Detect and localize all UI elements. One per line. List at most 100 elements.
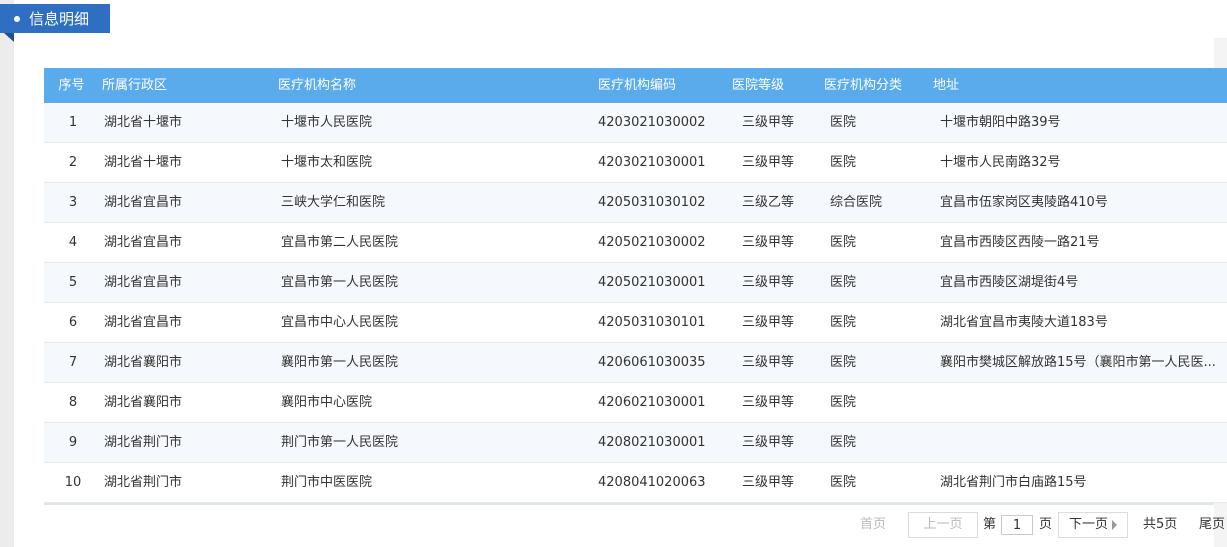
cell-address — [940, 383, 1227, 423]
cell-index: 5 — [68, 275, 78, 290]
table-bottom-border — [44, 503, 1214, 505]
table-row[interactable]: 1 湖北省十堰市 十堰市人民医院 4203021030002 三级甲等 医院 十堰市朝阳中路… — [44, 103, 1227, 143]
cell-category: 综合医院 — [830, 195, 883, 210]
cell-address: 宜昌市西陵区湖堤街4号 — [940, 275, 1079, 290]
cell-index: 6 — [68, 315, 78, 330]
cell-index: 9 — [68, 435, 78, 450]
section-header: 信息明细 — [0, 4, 110, 33]
cell-hospital-name: 襄阳市中心医院 — [281, 395, 373, 410]
cell-category: 医院 — [830, 315, 857, 330]
page-number-input[interactable] — [1001, 515, 1033, 535]
cell-hospital-code: 4203021030001 — [598, 155, 706, 170]
cell-category: 医院 — [830, 235, 857, 250]
column-header-region[interactable]: 所属行政区 — [102, 68, 167, 103]
cell-hospital-level: 三级甲等 — [742, 355, 795, 370]
page-prefix-label: 第 — [983, 517, 997, 532]
cell-hospital-name: 襄阳市第一人民医院 — [281, 355, 399, 370]
column-header-address[interactable]: 地址 — [933, 68, 959, 103]
cell-region: 湖北省十堰市 — [104, 115, 183, 130]
cell-hospital-name: 十堰市人民医院 — [281, 115, 373, 130]
cell-address: 宜昌市西陵区西陵一路21号 — [940, 235, 1100, 250]
cell-region: 湖北省襄阳市 — [104, 395, 183, 410]
page-suffix-label: 页 — [1039, 517, 1053, 532]
cell-hospital-level: 三级甲等 — [742, 155, 795, 170]
table-row[interactable]: 3 湖北省宜昌市 三峡大学仁和医院 4205031030102 三级乙等 综合医院 宜昌市伍… — [44, 183, 1227, 223]
table-row[interactable]: 6 湖北省宜昌市 宜昌市中心人民医院 4205031030101 三级甲等 医院 湖北省宜昌… — [44, 303, 1227, 343]
cell-address: 湖北省宜昌市夷陵大道183号 — [940, 315, 1108, 330]
cell-hospital-code: 4208041020063 — [598, 475, 706, 490]
bullet-dot-icon — [14, 15, 20, 22]
first-page-button[interactable]: 首页 — [860, 512, 886, 538]
cell-hospital-name: 宜昌市第一人民医院 — [281, 275, 399, 290]
chevron-right-icon — [1112, 519, 1117, 530]
column-header-index[interactable]: 序号 — [44, 68, 99, 103]
cell-hospital-level: 三级甲等 — [742, 475, 795, 490]
total-pages-label: 共5页 — [1143, 517, 1178, 532]
cell-category: 医院 — [830, 475, 857, 490]
cell-category: 医院 — [830, 115, 857, 130]
column-header-level[interactable]: 医院等级 — [732, 68, 784, 103]
column-header-category[interactable]: 医疗机构分类 — [824, 68, 902, 103]
header-ribbon-fold — [4, 33, 14, 42]
table-row[interactable]: 7 湖北省襄阳市 襄阳市第一人民医院 4206061030035 三级甲等 医院 襄阳市樊城… — [44, 343, 1227, 383]
hospital-table: 序号 所属行政区 医疗机构名称 医疗机构编码 医院等级 医疗机构分类 地址 1 湖… — [44, 68, 1227, 503]
pagination: 首页 上一页 第 页 下一页 共5页 尾页 — [0, 512, 1227, 540]
cell-category: 医院 — [830, 435, 857, 450]
cell-hospital-level: 三级甲等 — [742, 115, 795, 130]
cell-hospital-level: 三级甲等 — [742, 275, 795, 290]
table-row[interactable]: 2 湖北省十堰市 十堰市太和医院 4203021030001 三级甲等 医院 十堰市人民南路… — [44, 143, 1227, 183]
cell-index: 10 — [64, 475, 82, 490]
cell-address: 十堰市朝阳中路39号 — [940, 115, 1061, 130]
cell-index: 4 — [68, 235, 78, 250]
cell-region: 湖北省宜昌市 — [104, 235, 183, 250]
cell-hospital-level: 三级乙等 — [742, 195, 795, 210]
cell-hospital-code: 4205021030002 — [598, 235, 706, 250]
cell-hospital-level: 三级甲等 — [742, 315, 795, 330]
cell-index: 1 — [68, 115, 78, 130]
cell-hospital-code: 4205021030001 — [598, 275, 706, 290]
section-title: 信息明细 — [29, 10, 90, 28]
table-row[interactable]: 10 湖北省荆门市 荆门市中医医院 4208041020063 三级甲等 医院 湖北省荆门市… — [44, 463, 1227, 503]
cell-region: 湖北省宜昌市 — [104, 195, 183, 210]
table-row[interactable]: 4 湖北省宜昌市 宜昌市第二人民医院 4205021030002 三级甲等 医院 宜昌市西陵… — [44, 223, 1227, 263]
cell-address — [940, 423, 1227, 463]
table-row[interactable]: 8 湖北省襄阳市 襄阳市中心医院 4206021030001 三级甲等 医院 — [44, 383, 1227, 423]
next-page-button[interactable]: 下一页 — [1058, 512, 1128, 538]
cell-category: 医院 — [830, 155, 857, 170]
cell-address: 宜昌市伍家岗区夷陵路410号 — [940, 195, 1108, 210]
cell-address: 湖北省荆门市白庙路15号 — [940, 475, 1087, 490]
cell-region: 湖北省荆门市 — [104, 435, 183, 450]
cell-region: 湖北省襄阳市 — [104, 355, 183, 370]
cell-hospital-name: 宜昌市中心人民医院 — [281, 315, 399, 330]
cell-category: 医院 — [830, 395, 857, 410]
cell-hospital-name: 荆门市中医医院 — [281, 475, 373, 490]
cell-hospital-code: 4205031030101 — [598, 315, 706, 330]
cell-hospital-code: 4205031030102 — [598, 195, 706, 210]
cell-hospital-level: 三级甲等 — [742, 395, 795, 410]
cell-hospital-code: 4203021030002 — [598, 115, 706, 130]
cell-hospital-name: 荆门市第一人民医院 — [281, 435, 399, 450]
prev-page-button[interactable]: 上一页 — [908, 512, 978, 538]
column-header-name[interactable]: 医疗机构名称 — [278, 68, 356, 103]
cell-hospital-level: 三级甲等 — [742, 235, 795, 250]
cell-hospital-level: 三级甲等 — [742, 435, 795, 450]
cell-hospital-code: 4206021030001 — [598, 395, 706, 410]
table-row[interactable]: 9 湖北省荆门市 荆门市第一人民医院 4208021030001 三级甲等 医院 — [44, 423, 1227, 463]
cell-category: 医院 — [830, 355, 857, 370]
cell-region: 湖北省十堰市 — [104, 155, 183, 170]
column-header-code[interactable]: 医疗机构编码 — [598, 68, 676, 103]
table-row[interactable]: 5 湖北省宜昌市 宜昌市第一人民医院 4205021030001 三级甲等 医院 宜昌市西陵… — [44, 263, 1227, 303]
cell-hospital-name: 三峡大学仁和医院 — [281, 195, 386, 210]
table-body: 1 湖北省十堰市 十堰市人民医院 4203021030002 三级甲等 医院 十堰市朝阳中路… — [44, 103, 1227, 503]
cell-index: 3 — [68, 195, 78, 210]
last-page-button[interactable]: 尾页 — [1199, 512, 1225, 538]
cell-hospital-name: 宜昌市第二人民医院 — [281, 235, 399, 250]
cell-hospital-code: 4206061030035 — [598, 355, 706, 370]
cell-address: 十堰市人民南路32号 — [940, 155, 1061, 170]
cell-region: 湖北省宜昌市 — [104, 275, 183, 290]
cell-hospital-code: 4208021030001 — [598, 435, 706, 450]
table-header: 序号 所属行政区 医疗机构名称 医疗机构编码 医院等级 医疗机构分类 地址 — [44, 68, 1227, 103]
cell-index: 2 — [68, 155, 78, 170]
cell-address: 襄阳市樊城区解放路15号（襄阳市第一人民医... — [940, 355, 1216, 370]
cell-category: 医院 — [830, 275, 857, 290]
